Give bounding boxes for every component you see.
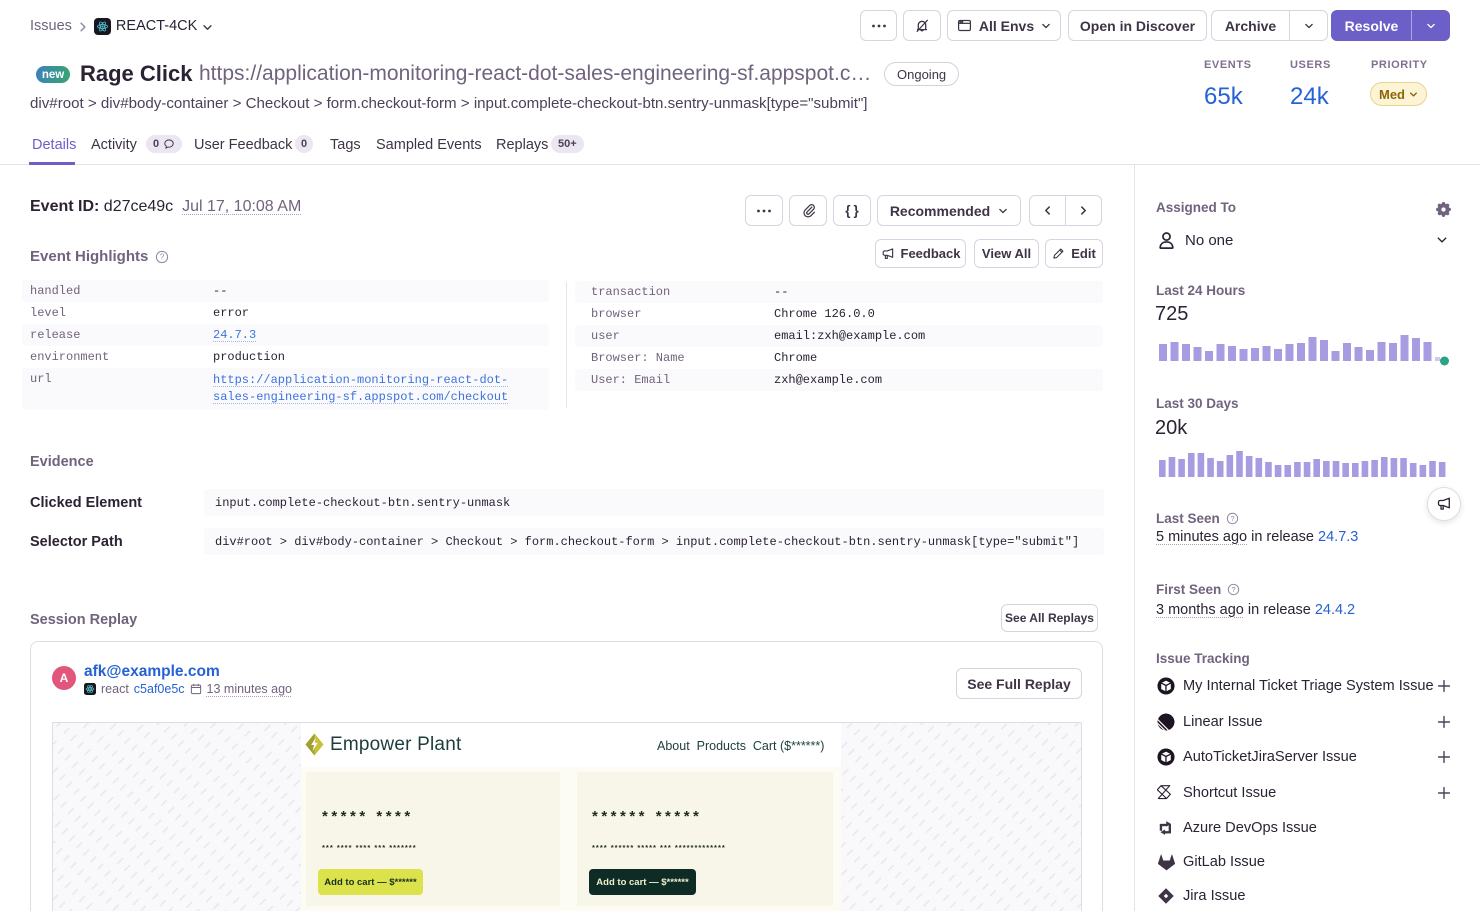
svg-text:?: ? <box>1232 585 1236 594</box>
svg-text:?: ? <box>1230 514 1234 523</box>
svg-text:?: ? <box>160 252 165 261</box>
